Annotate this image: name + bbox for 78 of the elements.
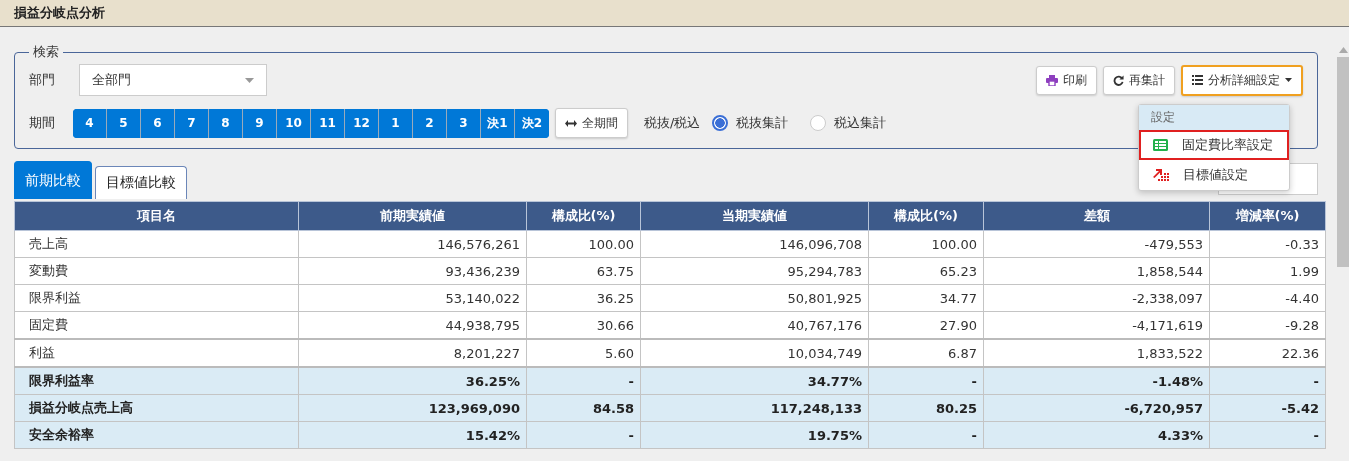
column-header: 構成比(%) bbox=[868, 201, 984, 231]
table-cell: -5.42 bbox=[1209, 394, 1326, 422]
table-cell: -479,553 bbox=[983, 230, 1210, 258]
left-right-arrow-icon bbox=[565, 119, 577, 127]
table-cell: 84.58 bbox=[526, 394, 641, 422]
dotted-chart-icon bbox=[1153, 168, 1169, 182]
scroll-up-icon[interactable] bbox=[1338, 47, 1348, 53]
comparison-tab[interactable]: 目標値比較 bbox=[95, 166, 187, 199]
table-cell: 36.25 bbox=[526, 284, 641, 312]
table-cell: 固定費 bbox=[14, 311, 299, 339]
menu-item[interactable]: 目標値設定 bbox=[1139, 160, 1289, 190]
table-cell: -0.33 bbox=[1209, 230, 1326, 258]
recalculate-button[interactable]: 再集計 bbox=[1103, 65, 1175, 95]
column-header: 当期実績値 bbox=[640, 201, 869, 231]
table-cell: -4.40 bbox=[1209, 284, 1326, 312]
printer-icon bbox=[1046, 74, 1058, 86]
department-label: 部門 bbox=[29, 71, 56, 89]
month-toggle[interactable]: 4 bbox=[73, 108, 107, 138]
table-cell: 53,140,022 bbox=[298, 284, 527, 312]
table-cell: 95,294,783 bbox=[640, 257, 869, 285]
department-select[interactable]: 全部門 bbox=[79, 64, 267, 96]
table-cell: - bbox=[868, 421, 984, 449]
caret-icon bbox=[245, 77, 254, 83]
table-cell: 変動費 bbox=[14, 257, 299, 285]
column-header: 差額 bbox=[983, 201, 1210, 231]
menu-header: 設定 bbox=[1139, 105, 1289, 130]
table-cell: -2,338,097 bbox=[983, 284, 1210, 312]
radio-circle[interactable] bbox=[712, 115, 729, 131]
table-cell: 93,436,239 bbox=[298, 257, 527, 285]
table-cell: 安全余裕率 bbox=[14, 421, 299, 449]
column-header: 項目名 bbox=[14, 201, 299, 231]
list-icon bbox=[1192, 75, 1203, 85]
table-cell: 65.23 bbox=[868, 257, 984, 285]
tax-label: 税抜/税込 bbox=[644, 114, 701, 132]
table-cell: - bbox=[868, 367, 984, 395]
print-button[interactable]: 印刷 bbox=[1036, 65, 1097, 95]
tax-radio[interactable]: 税抜集計 bbox=[712, 114, 789, 132]
table-cell: 15.42% bbox=[298, 421, 527, 449]
table-cell: 損益分岐点売上高 bbox=[14, 394, 299, 422]
table-cell: 限界利益 bbox=[14, 284, 299, 312]
table-cell: 100.00 bbox=[868, 230, 984, 258]
table-cell: - bbox=[526, 421, 641, 449]
table-icon bbox=[1153, 139, 1168, 151]
table-cell: 80.25 bbox=[868, 394, 984, 422]
period-label: 期間 bbox=[29, 114, 56, 132]
table-cell: 売上高 bbox=[14, 230, 299, 258]
all-period-button[interactable]: 全期間 bbox=[555, 108, 628, 138]
column-header: 構成比(%) bbox=[526, 201, 641, 231]
caret-icon bbox=[1285, 78, 1292, 82]
table-cell: 34.77% bbox=[640, 367, 869, 395]
table-cell: 4.33% bbox=[983, 421, 1210, 449]
table-cell: 100.00 bbox=[526, 230, 641, 258]
table-cell: 146,576,261 bbox=[298, 230, 527, 258]
table-cell: 限界利益率 bbox=[14, 367, 299, 395]
table-cell: - bbox=[1209, 367, 1326, 395]
table-cell: 123,969,090 bbox=[298, 394, 527, 422]
search-legend: 検索 bbox=[29, 43, 63, 61]
menu-item[interactable]: 固定費比率設定 bbox=[1139, 130, 1289, 160]
tax-radio[interactable]: 税込集計 bbox=[810, 114, 887, 132]
table-cell: 19.75% bbox=[640, 421, 869, 449]
table-cell: 1,858,544 bbox=[983, 257, 1210, 285]
table-cell: 1.99 bbox=[1209, 257, 1326, 285]
analysis-settings-button[interactable]: 分析詳細設定 bbox=[1181, 64, 1303, 96]
table-cell: 36.25% bbox=[298, 367, 527, 395]
refresh-icon bbox=[1113, 74, 1124, 86]
column-header: 前期実績値 bbox=[298, 201, 527, 231]
table-cell: -1.48% bbox=[983, 367, 1210, 395]
comparison-tab[interactable]: 前期比較 bbox=[14, 161, 92, 199]
table-cell: 117,248,133 bbox=[640, 394, 869, 422]
table-cell: - bbox=[1209, 421, 1326, 449]
table-cell: - bbox=[526, 367, 641, 395]
table-cell: 63.75 bbox=[526, 257, 641, 285]
table-cell: 146,096,708 bbox=[640, 230, 869, 258]
table-cell: 34.77 bbox=[868, 284, 984, 312]
table-cell: -6,720,957 bbox=[983, 394, 1210, 422]
page-title: 損益分岐点分析 bbox=[14, 4, 105, 22]
column-header: 増減率(%) bbox=[1209, 201, 1326, 231]
table-cell: 50,801,925 bbox=[640, 284, 869, 312]
